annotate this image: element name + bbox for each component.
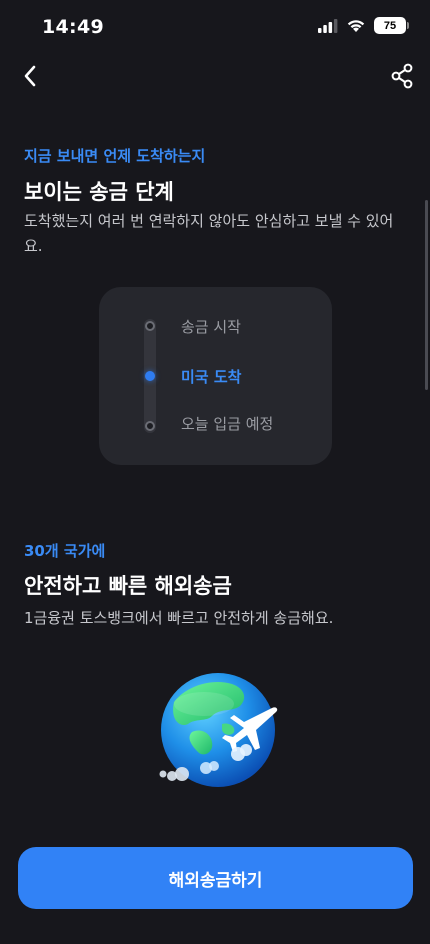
share-icon <box>391 63 413 89</box>
status-time: 14:49 <box>42 16 104 38</box>
status-bar: 14:49 75 <box>0 0 430 54</box>
step-dot-deposit <box>145 421 155 431</box>
send-abroad-button[interactable]: 해외송금하기 <box>18 847 413 909</box>
countries-eyebrow: 30개 국가에 <box>24 542 106 560</box>
step-label-start: 송금 시작 <box>181 318 241 336</box>
step-dot-start <box>145 321 155 331</box>
signal-icon <box>318 18 338 33</box>
back-button[interactable] <box>14 60 46 92</box>
step-dot-arrival <box>145 371 155 381</box>
globe-airplane-illustration <box>152 672 282 792</box>
chevron-left-icon <box>24 65 36 87</box>
screen: 14:49 75 지금 보내면 언제 도착하는지 보이는 송금 단계 도착했는지… <box>0 0 430 944</box>
status-icons: 75 <box>318 17 409 34</box>
share-button[interactable] <box>386 60 418 92</box>
remittance-steps-card: 송금 시작 미국 도착 오늘 입금 예정 <box>99 287 332 465</box>
battery-level: 75 <box>383 19 397 32</box>
scroll-indicator[interactable] <box>425 200 428 390</box>
steps-title: 보이는 송금 단계 <box>24 180 174 204</box>
wifi-icon <box>347 20 365 32</box>
countries-description: 1금융권 토스뱅크에서 빠르고 안전하게 송금해요. <box>24 609 334 627</box>
steps-eyebrow: 지금 보내면 언제 도착하는지 <box>24 147 206 165</box>
step-label-arrival: 미국 도착 <box>181 368 242 386</box>
globe-icon <box>159 673 278 787</box>
countries-title: 안전하고 빠른 해외송금 <box>24 574 232 598</box>
battery-icon: 75 <box>374 17 409 34</box>
step-label-deposit: 오늘 입금 예정 <box>181 415 274 433</box>
steps-description: 도착했는지 여러 번 연락하지 않아도 안심하고 보낼 수 있어요. <box>24 212 394 255</box>
